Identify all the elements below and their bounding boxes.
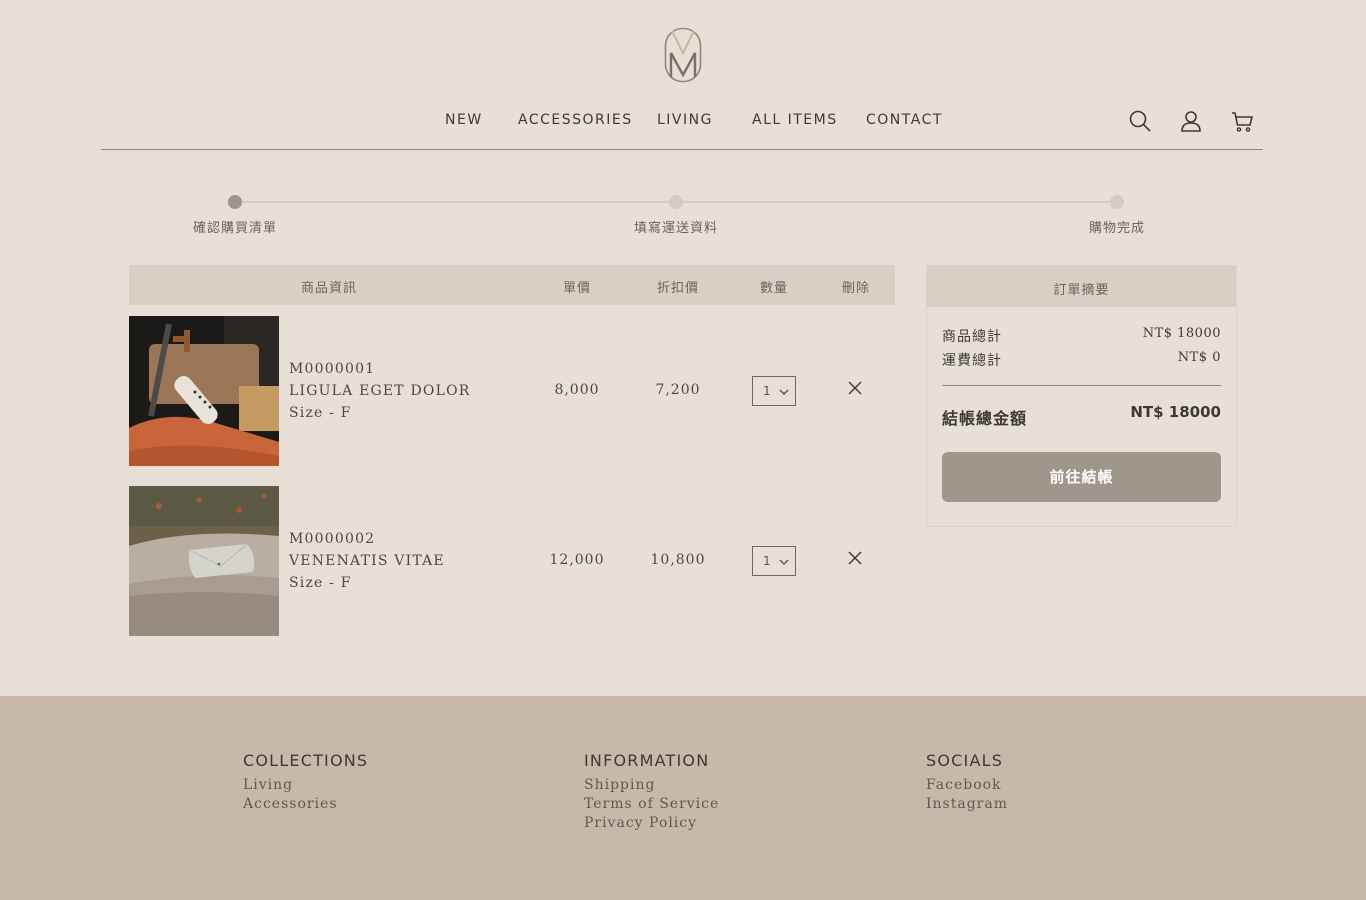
discount-price: 10,800 <box>650 552 706 568</box>
step-label-confirm: 確認購買清單 <box>192 221 277 236</box>
nav-item-contact[interactable]: CONTACT <box>866 112 943 128</box>
product-size: Size - F <box>289 575 352 591</box>
cart-icon[interactable] <box>1230 109 1254 133</box>
subtotal-value: NT$ 18000 <box>1142 326 1221 341</box>
shipping-value: NT$ 0 <box>1177 350 1221 365</box>
checkout-button[interactable]: 前往結帳 <box>942 452 1221 502</box>
site-footer: COLLECTIONS Living Accessories INFORMATI… <box>0 696 1366 900</box>
step-label-shipping: 填寫運送資料 <box>633 221 718 236</box>
step-dot-complete <box>1110 195 1124 209</box>
order-summary: 訂單摘要 商品總計 NT$ 18000 運費總計 NT$ 0 結帳總金額 NT$… <box>926 265 1237 527</box>
header-discount-price: 折扣價 <box>656 281 699 296</box>
quantity-value: 1 <box>763 384 771 398</box>
header-unit-price: 單價 <box>562 281 591 296</box>
main-nav: NEW ACCESSORIES LIVING ALL ITEMS CONTACT <box>0 112 1366 132</box>
footer-link-terms[interactable]: Terms of Service <box>584 795 719 814</box>
product-name[interactable]: VENENATIS VITAE <box>289 550 445 572</box>
footer-link-accessories[interactable]: Accessories <box>243 795 368 814</box>
cart-table-header: 商品資訊 單價 折扣價 數量 刪除 <box>129 265 895 305</box>
product-info: M0000001 LIGULA EGET DOLOR Size - F <box>289 358 471 424</box>
footer-link-privacy[interactable]: Privacy Policy <box>584 814 719 833</box>
shipping-label: 運費總計 <box>942 353 1002 369</box>
unit-price: 8,000 <box>554 382 600 398</box>
product-sku: M0000001 <box>289 361 376 377</box>
delete-icon[interactable] <box>847 550 863 566</box>
footer-socials-title: SOCIALS <box>926 751 1004 770</box>
footer-collections: COLLECTIONS Living Accessories <box>243 751 368 814</box>
cart-row: M0000001 LIGULA EGET DOLOR Size - F 8,00… <box>129 316 895 466</box>
subtotal-label: 商品總計 <box>942 329 1002 345</box>
unit-price: 12,000 <box>549 552 605 568</box>
product-image[interactable] <box>129 316 279 466</box>
footer-information: INFORMATION Shipping Terms of Service Pr… <box>584 751 719 833</box>
nav-item-living[interactable]: LIVING <box>657 112 713 128</box>
brand-logo[interactable] <box>664 27 702 83</box>
header-delete: 刪除 <box>841 281 870 296</box>
header-divider <box>101 149 1263 150</box>
product-info: M0000002 VENENATIS VITAE Size - F <box>289 528 445 594</box>
nav-item-accessories[interactable]: ACCESSORIES <box>518 112 633 128</box>
footer-link-facebook[interactable]: Facebook <box>926 776 1008 795</box>
chevron-down-icon <box>779 386 789 396</box>
footer-link-living[interactable]: Living <box>243 776 368 795</box>
nav-item-all-items[interactable]: ALL ITEMS <box>752 112 838 128</box>
product-image[interactable] <box>129 486 279 636</box>
product-size: Size - F <box>289 405 352 421</box>
product-sku: M0000002 <box>289 531 376 547</box>
footer-link-instagram[interactable]: Instagram <box>926 795 1008 814</box>
cart-row: M0000002 VENENATIS VITAE Size - F 12,000… <box>129 486 895 636</box>
quantity-value: 1 <box>763 554 771 568</box>
header-product-info: 商品資訊 <box>300 281 357 296</box>
quantity-select[interactable]: 1 <box>752 546 796 576</box>
step-label-complete: 購物完成 <box>1088 221 1145 236</box>
step-dot-shipping <box>669 195 683 209</box>
footer-information-title: INFORMATION <box>584 751 710 770</box>
product-name[interactable]: LIGULA EGET DOLOR <box>289 380 471 402</box>
footer-link-shipping[interactable]: Shipping <box>584 776 719 795</box>
order-summary-title: 訂單摘要 <box>927 266 1236 307</box>
search-icon[interactable] <box>1128 109 1152 133</box>
step-dot-confirm <box>228 195 242 209</box>
summary-divider <box>942 385 1221 386</box>
delete-icon[interactable] <box>847 380 863 396</box>
nav-item-new[interactable]: NEW <box>445 112 483 128</box>
total-value: NT$ 18000 <box>1130 403 1221 421</box>
discount-price: 7,200 <box>655 382 701 398</box>
user-icon[interactable] <box>1179 109 1203 133</box>
footer-socials: SOCIALS Facebook Instagram <box>926 751 1008 814</box>
total-label: 結帳總金額 <box>942 409 1028 428</box>
footer-collections-title: COLLECTIONS <box>243 751 369 770</box>
quantity-select[interactable]: 1 <box>752 376 796 406</box>
chevron-down-icon <box>779 556 789 566</box>
